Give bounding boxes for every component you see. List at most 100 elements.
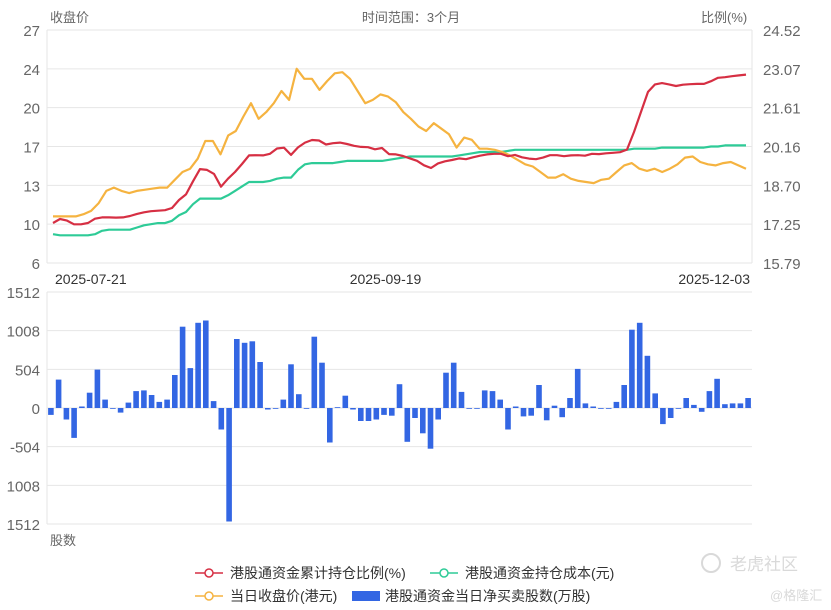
net-buy-bar [195, 322, 201, 408]
lower-left-tick-labels: 1512 1008 504 0 -504 1008 1512 [7, 285, 40, 534]
net-buy-bar [226, 408, 232, 522]
net-buy-bar [334, 407, 341, 408]
bar-tick-label: 1008 [7, 478, 40, 495]
net-buy-bar [125, 402, 132, 408]
right-tick-label: 23.07 [763, 62, 801, 79]
legend-circle-icon [204, 568, 214, 578]
net-buy-bar [358, 408, 364, 421]
left-axis-title: 收盘价 [50, 10, 89, 25]
net-buy-bar [675, 408, 682, 409]
right-tick-label: 21.61 [763, 101, 801, 118]
net-buy-bar [234, 339, 240, 408]
net-buy-bar [210, 401, 217, 408]
net-buy-bar [319, 362, 325, 408]
net-buy-bar [667, 408, 674, 418]
net-buy-bar [636, 322, 643, 408]
net-buy-bar [412, 408, 418, 418]
net-buy-bar [102, 399, 108, 408]
x-tick-label: 2025-07-21 [55, 271, 127, 287]
net-buy-bar [327, 408, 333, 443]
net-buy-bar [396, 384, 403, 408]
net-buy-bar [164, 399, 170, 408]
right-tick-label: 17.25 [763, 217, 801, 234]
net-buy-bar [621, 385, 627, 408]
watermark-logo-text: 老虎社区 [730, 555, 798, 574]
bar-tick-label: 504 [15, 362, 40, 379]
net-buy-bar [474, 408, 480, 409]
net-buy-bar [551, 405, 558, 408]
net-buy-bar [466, 408, 472, 409]
bar-tick-label: -504 [10, 440, 40, 457]
net-buy-bar [683, 398, 689, 408]
legend-label: 港股通资金持仓成本(元) [465, 565, 614, 581]
left-tick-label: 24 [23, 62, 40, 79]
net-buy-bar [737, 403, 744, 408]
right-tick-label: 15.79 [763, 256, 801, 273]
net-buy-bar [311, 336, 318, 408]
watermark-logo-icon [701, 553, 721, 573]
net-buy-bar [117, 408, 124, 413]
net-buy-bar [172, 375, 178, 408]
bottom-axis-title: 股数 [50, 533, 76, 548]
net-buy-bar [241, 342, 248, 408]
right-tick-label: 20.16 [763, 140, 801, 157]
net-buy-bar [458, 391, 465, 408]
legend-bar-icon [352, 591, 380, 601]
net-buy-bar [280, 399, 287, 408]
watermark-sub-text: @格隆汇 [770, 588, 822, 603]
net-buy-bar [48, 408, 54, 415]
legend-circle-icon [439, 568, 449, 578]
legend-label: 港股通资金当日净买卖股数(万股) [385, 588, 590, 604]
net-buy-bar [605, 408, 612, 409]
series-line-cost [52, 144, 746, 237]
bar-tick-label: 1008 [7, 324, 40, 341]
net-buy-bar [71, 408, 77, 438]
net-buy-bar [644, 355, 651, 408]
watermark: 老虎社区 @格隆汇 [701, 553, 822, 603]
net-buy-bar [481, 390, 488, 408]
x-axis-tick-labels: 2025-07-21 2025-09-19 2025-12-03 [55, 271, 750, 287]
net-buy-bar [691, 404, 697, 408]
left-tick-label: 17 [23, 140, 40, 157]
left-tick-label: 20 [23, 101, 40, 118]
net-buy-bar [698, 408, 705, 412]
net-buy-bar [257, 362, 263, 408]
legend-label: 港股通资金累计持仓比例(%) [230, 565, 406, 581]
net-buy-bar [536, 385, 542, 408]
net-buy-bar [450, 362, 457, 408]
net-buy-bar [427, 408, 434, 449]
bar-series-group [48, 320, 751, 522]
left-tick-label: 6 [32, 256, 40, 273]
net-buy-bar [389, 408, 395, 416]
net-buy-bar [613, 401, 620, 408]
net-buy-bar [404, 408, 411, 442]
bar-tick-label: 0 [32, 401, 40, 418]
bar-tick-label: 1512 [7, 285, 40, 302]
net-buy-bar [133, 391, 139, 408]
right-tick-label: 24.52 [763, 23, 801, 40]
net-buy-bar [543, 408, 550, 421]
net-buy-bar [512, 406, 519, 408]
net-buy-bar [520, 408, 527, 417]
upper-left-tick-labels: 6 10 13 17 20 24 27 [23, 23, 40, 273]
net-buy-bar [296, 394, 302, 408]
net-buy-bar [706, 391, 713, 408]
net-buy-bar [303, 408, 310, 409]
net-buy-bar [203, 320, 209, 408]
net-buy-bar [365, 408, 372, 421]
net-buy-bar [528, 408, 534, 416]
net-buy-bar [94, 369, 101, 408]
net-buy-bar [265, 408, 271, 410]
net-buy-bar [381, 408, 387, 415]
net-buy-bar [714, 378, 720, 408]
net-buy-bar [141, 390, 147, 408]
net-buy-bar [497, 399, 503, 408]
net-buy-bar [218, 408, 225, 430]
net-buy-bar [443, 372, 449, 408]
net-buy-bar [63, 408, 70, 420]
net-buy-bar [435, 408, 441, 420]
net-buy-bar [350, 408, 356, 410]
left-tick-label: 27 [23, 23, 40, 40]
bar-tick-label: 1512 [7, 517, 40, 534]
net-buy-bar [629, 329, 635, 408]
